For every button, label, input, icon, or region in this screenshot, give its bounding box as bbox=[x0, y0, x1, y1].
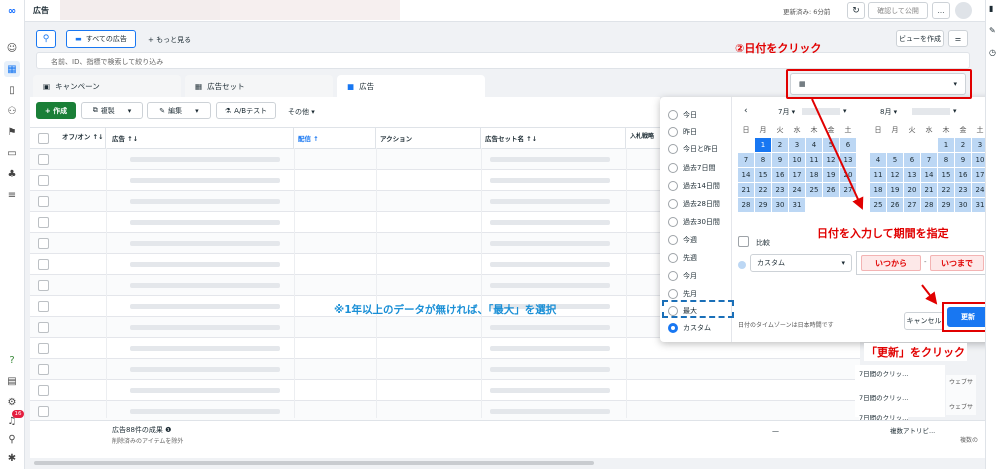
right-rail: ▮ ✎ ◷ bbox=[985, 0, 1000, 469]
chart-icon[interactable]: ▮ bbox=[989, 4, 993, 13]
arrow-to-update bbox=[921, 284, 938, 305]
pencil-icon[interactable]: ✎ bbox=[989, 26, 996, 35]
annotation-arrows bbox=[811, 98, 938, 305]
clock-icon[interactable]: ◷ bbox=[989, 48, 996, 57]
arrow-to-inputs bbox=[811, 98, 864, 210]
